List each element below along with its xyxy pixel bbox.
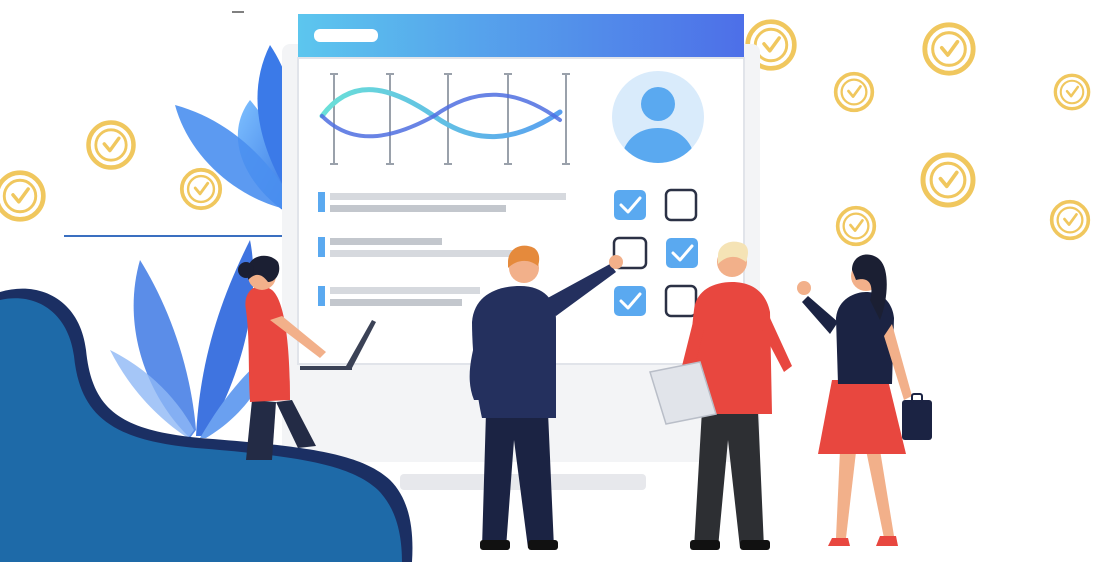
checkbox-icon: [614, 190, 646, 220]
check-circle-icon: [925, 25, 973, 73]
check-circle-icon: [89, 123, 134, 168]
check-circle-icon: [923, 155, 973, 205]
person-woman-skirt: [797, 254, 932, 546]
briefcase-icon: [902, 393, 932, 440]
check-circle-icon: [1049, 199, 1091, 241]
check-circle-icon: [179, 167, 223, 211]
checkbox-icon: [664, 188, 698, 222]
check-circle-icon: [833, 71, 875, 113]
checkbox-icon: [666, 238, 698, 268]
illustration-scene: [0, 0, 1096, 562]
check-circle-icon: [0, 173, 43, 220]
screen-title-pill: [314, 29, 378, 42]
check-circle-icon: [1053, 73, 1091, 111]
checkbox-icon: [614, 286, 646, 316]
checkbox-icon: [664, 284, 698, 318]
check-circle-icon: [835, 205, 877, 247]
illustration-svg: [0, 11, 1091, 562]
